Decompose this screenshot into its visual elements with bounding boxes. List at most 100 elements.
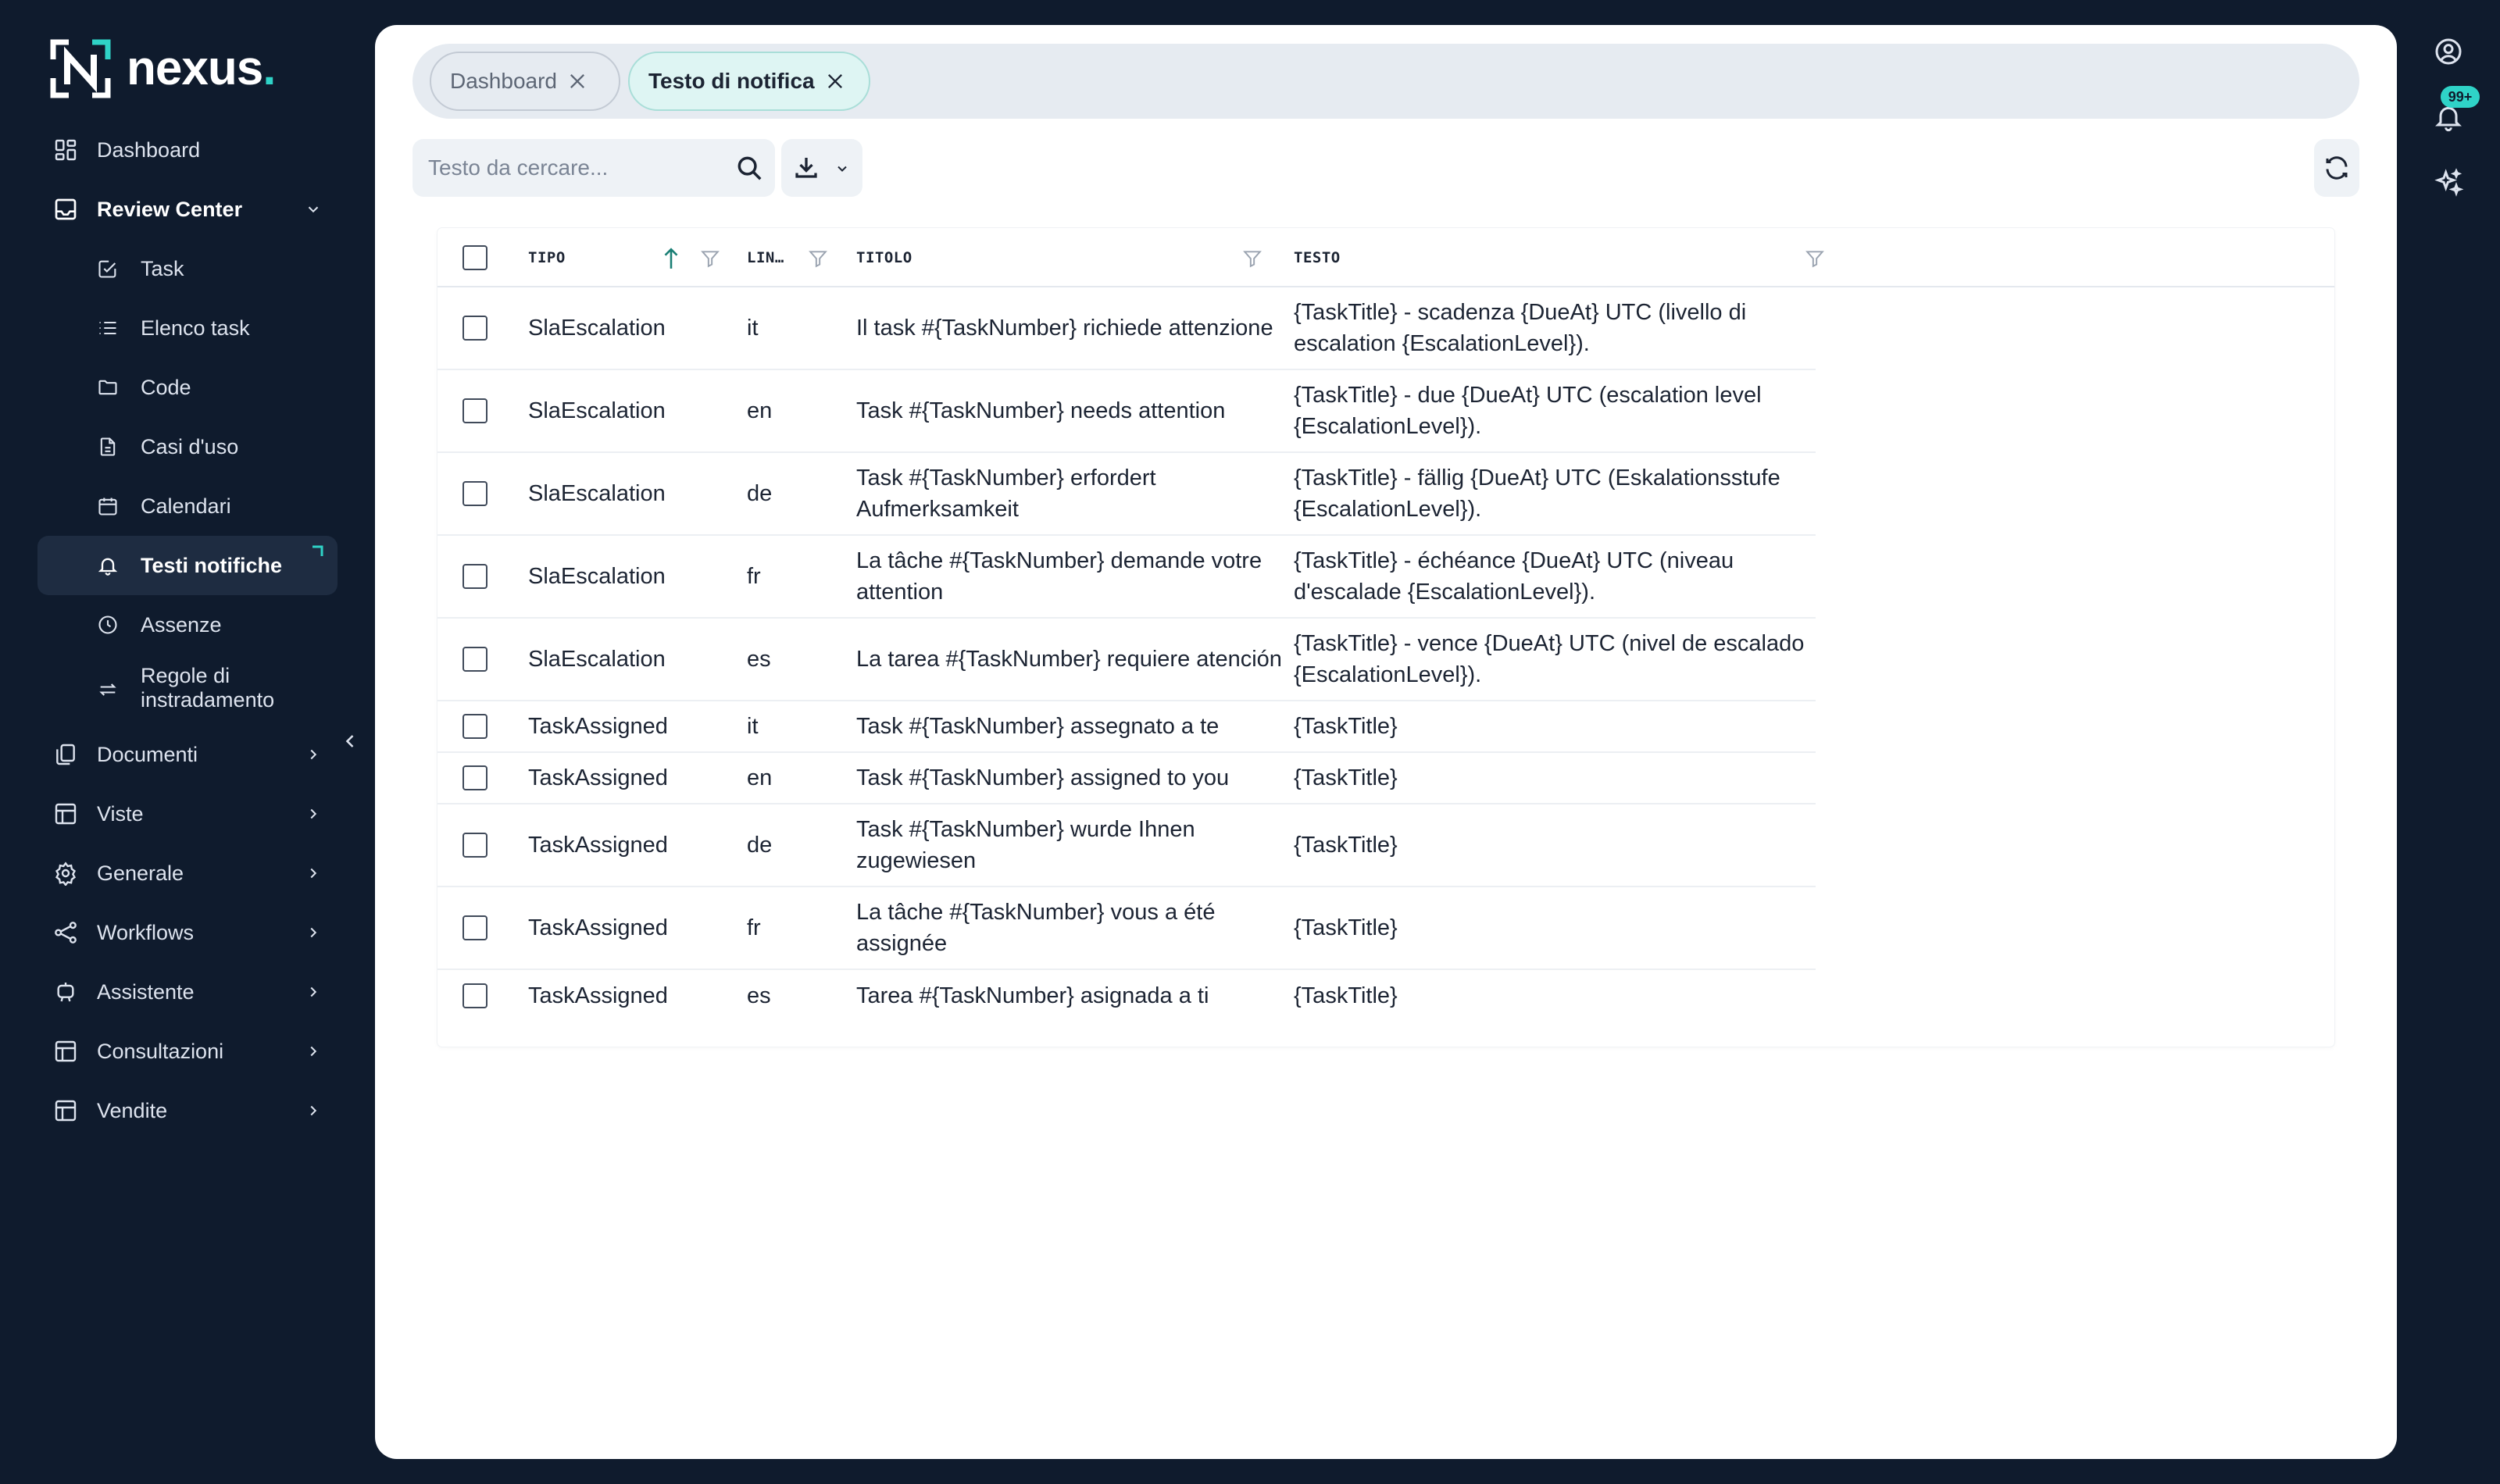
sidebar-item-label: Calendari [141,494,231,518]
row-checkbox[interactable] [462,983,488,1008]
row-checkbox[interactable] [462,564,488,589]
column-header-titolo[interactable]: TITOLO [856,228,912,287]
sidebar-item-elenco-task[interactable]: Elenco task [38,298,338,358]
filter-icon[interactable] [1805,248,1825,269]
chevron-down-icon [838,166,847,172]
sort-ascending-arrow-icon[interactable] [661,247,681,270]
search-input[interactable] [412,139,725,197]
collapse-sidebar-chevron-left-icon[interactable] [339,728,361,754]
sidebar-item-label: Task [141,256,184,280]
table-row[interactable]: TaskAssigned it Task #{TaskNumber} asseg… [438,701,1816,753]
sidebar-item-calendari[interactable]: Calendari [38,476,338,536]
cell-tipo: TaskAssigned [528,714,668,739]
checkbox-edit-icon [98,260,116,278]
cell-titolo: Task #{TaskNumber} wurde Ihnen zugewiese… [856,817,1195,873]
column-header-tipo[interactable]: TIPO [528,228,566,287]
user-account-icon[interactable] [2433,36,2464,67]
cell-lingua: es [747,647,771,672]
sidebar-item-task[interactable]: Task [38,239,338,298]
table-row[interactable]: SlaEscalation de Task #{TaskNumber} erfo… [438,453,1816,536]
row-checkbox[interactable] [462,647,488,672]
table-row[interactable]: SlaEscalation fr La tâche #{TaskNumber} … [438,536,1816,619]
sidebar-item-assistente[interactable]: Assistente [38,962,338,1022]
main-panel: Dashboard Testo di notifica TIPO LIN… TI… [375,25,2397,1459]
sidebar-item-testi-notifiche[interactable]: Testi notifiche [38,536,338,595]
row-checkbox[interactable] [462,398,488,423]
cell-lingua: de [747,481,773,506]
cell-lingua: fr [747,915,761,940]
sidebar-item-consultazioni[interactable]: Consultazioni [38,1022,338,1081]
cell-titolo: La tâche #{TaskNumber} demande votre att… [856,548,1262,605]
sidebar-item-regole-instradamento[interactable]: Regole di instradamento [38,655,338,725]
row-checkbox[interactable] [462,316,488,341]
column-header-lingua[interactable]: LIN… [747,228,784,287]
refresh-button[interactable] [2314,139,2359,197]
inbox-icon [55,198,77,220]
sidebar-item-label: Documenti [97,742,198,766]
tab-testo-di-notifica[interactable]: Testo di notifica [628,52,870,111]
gear-icon [55,862,77,886]
sidebar-item-viste[interactable]: Viste [38,784,338,844]
chevron-right-icon [310,808,317,819]
cell-tipo: TaskAssigned [528,765,668,790]
filter-icon[interactable] [700,248,720,269]
document-icon [100,437,116,456]
notification-count-badge: 99+ [2441,86,2480,108]
row-checkbox[interactable] [462,481,488,506]
search-icon[interactable] [734,153,764,183]
table-body: SlaEscalation it Il task #{TaskNumber} r… [438,287,1816,1022]
filter-icon[interactable] [1242,248,1262,269]
sidebar-item-code[interactable]: Code [38,358,338,417]
sidebar-item-label: Assistente [97,979,195,1004]
sidebar-item-generale[interactable]: Generale [38,844,338,903]
table-row[interactable]: TaskAssigned en Task #{TaskNumber} assig… [438,753,1816,804]
refresh-icon [2326,156,2348,180]
filter-icon[interactable] [808,248,828,269]
cell-lingua: es [747,983,771,1008]
row-checkbox[interactable] [462,714,488,739]
sidebar-item-dashboard[interactable]: Dashboard [38,120,338,180]
select-all-checkbox[interactable] [462,245,488,270]
table-row[interactable]: SlaEscalation en Task #{TaskNumber} need… [438,370,1816,453]
brand-logo[interactable]: nexus. [50,39,276,98]
arrows-exchange-icon [99,683,116,696]
table-row[interactable]: SlaEscalation it Il task #{TaskNumber} r… [438,287,1816,370]
sidebar-item-label: Code [141,375,191,399]
cell-titolo: Tarea #{TaskNumber} asignada a ti [856,983,1209,1008]
table-icon [55,1100,77,1122]
sidebar-item-vendite[interactable]: Vendite [38,1081,338,1140]
sidebar-item-casi-uso[interactable]: Casi d'uso [38,417,338,476]
cell-tipo: SlaEscalation [528,647,666,672]
sidebar-item-workflows[interactable]: Workflows [38,903,338,962]
table-row[interactable]: TaskAssigned fr La tâche #{TaskNumber} v… [438,887,1816,970]
cell-testo: {TaskTitle} - vence {DueAt} UTC (nivel d… [1294,631,1805,687]
ai-sparkles-icon[interactable] [2433,167,2464,198]
table-row[interactable]: TaskAssigned es Tarea #{TaskNumber} asig… [438,970,1816,1022]
row-checkbox[interactable] [462,765,488,790]
row-checkbox[interactable] [462,833,488,858]
cell-testo: {TaskTitle} - fällig {DueAt} UTC (Eskala… [1294,466,1780,522]
close-icon[interactable] [566,70,588,92]
table-row[interactable]: SlaEscalation es La tarea #{TaskNumber} … [438,619,1816,701]
tab-label: Dashboard [450,69,557,93]
table-row[interactable]: TaskAssigned de Task #{TaskNumber} wurde… [438,804,1816,887]
cell-titolo: Task #{TaskNumber} needs attention [856,398,1226,423]
cell-tipo: SlaEscalation [528,316,666,341]
row-checkbox[interactable] [462,915,488,940]
tab-dashboard[interactable]: Dashboard [430,52,620,111]
cell-titolo: La tarea #{TaskNumber} requiere atención [856,647,1282,672]
download-button[interactable] [781,139,862,197]
sidebar-item-review-center[interactable]: Review Center [38,180,338,239]
cell-testo: {TaskTitle} [1294,765,1398,790]
sidebar-item-documenti[interactable]: Documenti [38,725,338,784]
cell-tipo: SlaEscalation [528,564,666,589]
column-header-testo[interactable]: TESTO [1294,228,1341,287]
sidebar-item-assenze[interactable]: Assenze [38,595,338,655]
close-icon[interactable] [824,70,846,92]
tab-label: Testo di notifica [648,69,815,93]
list-icon [99,321,116,335]
clock-icon [98,615,117,634]
table-header: TIPO LIN… TITOLO TESTO [438,228,2334,287]
cell-testo: {TaskTitle} - échéance {DueAt} UTC (nive… [1294,548,1734,605]
chevron-right-icon [310,986,317,997]
